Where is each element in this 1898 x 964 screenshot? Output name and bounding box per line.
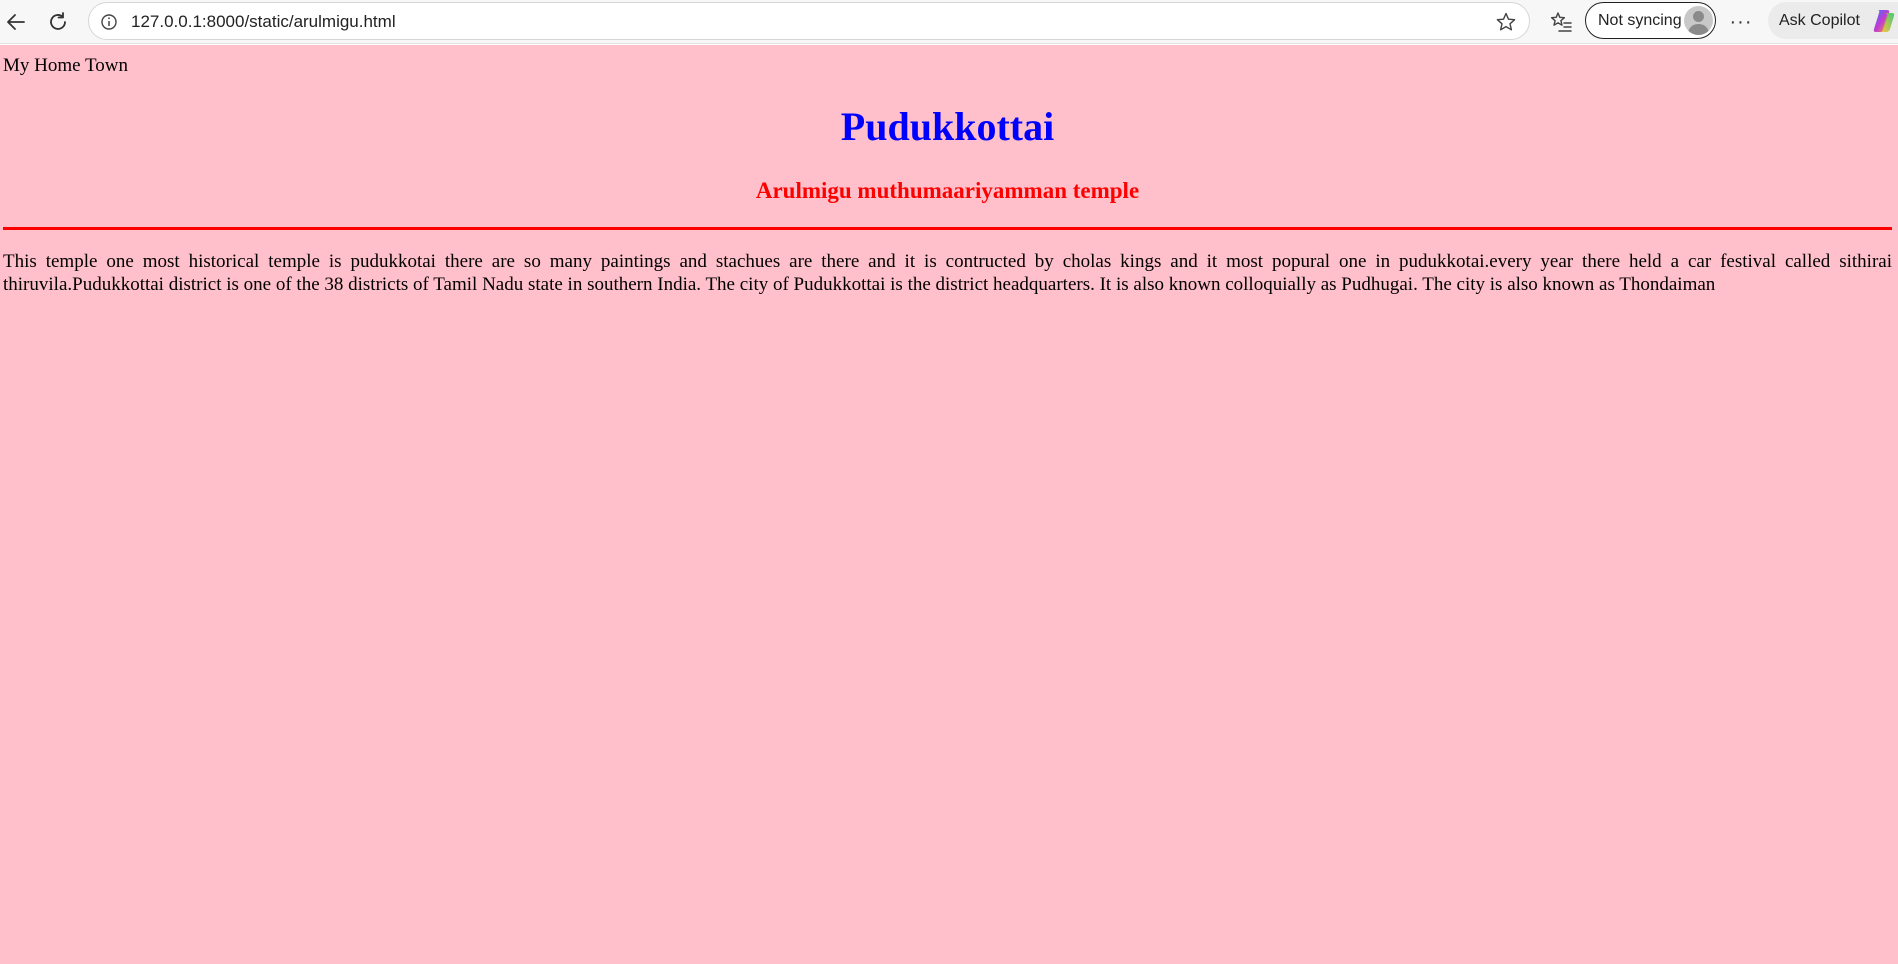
copilot-icon	[1873, 10, 1895, 32]
sync-status-label: Not syncing	[1598, 12, 1682, 29]
address-bar[interactable]: 127.0.0.1:8000/static/arulmigu.html	[88, 2, 1530, 40]
back-arrow-icon	[7, 14, 25, 30]
page-subtitle: Arulmigu muthumaariyamman temple	[755, 178, 1140, 203]
description-paragraph: This temple one most historical temple i…	[3, 251, 1892, 295]
url-text[interactable]: 127.0.0.1:8000/static/arulmigu.html	[131, 12, 396, 32]
avatar-icon	[1684, 6, 1713, 35]
more-options-button[interactable]: ···	[1726, 7, 1756, 37]
profile-sync-button[interactable]: Not syncing	[1585, 2, 1716, 39]
home-town-label: My Home Town	[3, 55, 128, 76]
back-button[interactable]	[0, 6, 32, 38]
favorites-button[interactable]	[1546, 7, 1576, 37]
star-icon[interactable]	[1495, 11, 1517, 33]
info-icon[interactable]	[99, 12, 119, 32]
divider	[3, 227, 1892, 230]
page-title: Pudukkottai	[840, 104, 1055, 149]
reload-button[interactable]	[42, 6, 74, 38]
browser-toolbar: 127.0.0.1:8000/static/arulmigu.html Not …	[0, 0, 1898, 44]
reload-icon	[50, 12, 66, 30]
copilot-button[interactable]: Ask Copilot	[1768, 2, 1898, 39]
favorites-icon	[1550, 12, 1572, 32]
page-content: My Home Town Pudukkottai Arulmigu muthum…	[0, 45, 1898, 964]
copilot-label: Ask Copilot	[1779, 12, 1860, 29]
